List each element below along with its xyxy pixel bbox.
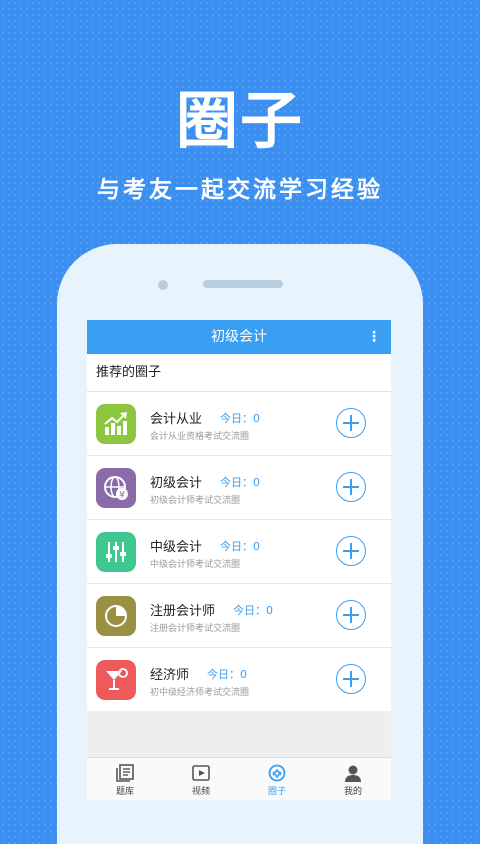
pie-chart-icon (96, 596, 136, 636)
join-button[interactable] (336, 664, 366, 694)
speaker-icon (203, 280, 283, 288)
cocktail-icon (96, 660, 136, 700)
hero-subtitle: 与考友一起交流学习经验 (97, 177, 383, 203)
circle-description: 初级会计师考试交流圈 (150, 496, 241, 506)
tab-video[interactable]: 视频 (163, 758, 239, 800)
circle-description: 注册会计师考试交流圈 (150, 624, 241, 634)
circle-today-count: 今日：0 (220, 540, 260, 553)
globe-yen-icon: ¥ (96, 468, 136, 508)
more-menu-icon[interactable]: ⋮ (367, 320, 381, 354)
join-button[interactable] (336, 600, 366, 630)
chart-up-icon (96, 404, 136, 444)
circle-today-count: 今日：0 (220, 412, 260, 425)
sliders-icon (96, 532, 136, 572)
app-bar-title: 初级会计 (211, 329, 267, 345)
svg-text:¥: ¥ (119, 491, 125, 501)
bottom-tab-bar: 题库 视频 圈子 我的 (87, 757, 391, 800)
video-icon (192, 765, 210, 781)
circle-name: 中级会计 (150, 540, 203, 555)
circle-item[interactable]: ¥ 初级会计 今日：0 初级会计师考试交流圈 (87, 456, 391, 520)
user-icon (345, 765, 361, 782)
circle-list: 会计从业 今日：0 会计从业资格考试交流圈 ¥ 初级会计 今日：0 初级会计师考… (87, 392, 391, 711)
circle-name: 初级会计 (150, 476, 203, 491)
circle-name: 经济师 (150, 668, 190, 683)
section-title: 推荐的圈子 (87, 354, 391, 392)
circle-today-count: 今日：0 (207, 668, 247, 681)
circle-today-count: 今日：0 (220, 476, 260, 489)
tab-label: 我的 (343, 787, 362, 797)
tab-question-bank[interactable]: 题库 (87, 758, 163, 800)
app-bar: 初级会计 ⋮ (87, 320, 391, 354)
hero-title: 圈子 (175, 84, 304, 157)
question-bank-icon (116, 764, 134, 782)
tab-circle[interactable]: 圈子 (239, 758, 315, 800)
join-button[interactable] (336, 536, 366, 566)
app-screen: 初级会计 ⋮ 推荐的圈子 会计从业 今日：0 会计从业资格考试交流圈 ¥ 初级会… (87, 320, 391, 800)
circle-item[interactable]: 中级会计 今日：0 中级会计师考试交流圈 (87, 520, 391, 584)
circle-today-count: 今日：0 (233, 604, 273, 617)
circle-name: 注册会计师 (150, 604, 216, 619)
join-button[interactable] (336, 408, 366, 438)
circle-description: 会计从业资格考试交流圈 (150, 432, 250, 442)
circle-description: 中级会计师考试交流圈 (150, 560, 241, 570)
tab-label: 圈子 (267, 787, 286, 797)
join-button[interactable] (336, 472, 366, 502)
tab-label: 视频 (191, 787, 210, 797)
circle-item[interactable]: 注册会计师 今日：0 注册会计师考试交流圈 (87, 584, 391, 648)
circle-description: 初中级经济师考试交流圈 (150, 688, 250, 698)
camera-icon (158, 280, 168, 290)
circle-item[interactable]: 经济师 今日：0 初中级经济师考试交流圈 (87, 648, 391, 711)
circle-name: 会计从业 (150, 412, 203, 427)
tab-label: 题库 (115, 787, 134, 797)
tab-me[interactable]: 我的 (315, 758, 391, 800)
circle-icon (268, 764, 286, 782)
circle-item[interactable]: 会计从业 今日：0 会计从业资格考试交流圈 (87, 392, 391, 456)
